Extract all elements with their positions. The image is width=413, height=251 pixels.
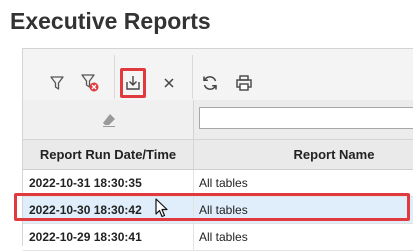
toolbar bbox=[23, 49, 413, 99]
filter-icon bbox=[50, 76, 64, 90]
eraser-icon[interactable] bbox=[101, 112, 117, 128]
mouse-cursor-icon bbox=[155, 198, 168, 218]
print-icon bbox=[236, 75, 252, 91]
toolbar-separator bbox=[192, 55, 193, 99]
close-button[interactable] bbox=[158, 71, 180, 95]
selected-row-highlight-box bbox=[14, 193, 410, 221]
cell-report-name: All tables bbox=[199, 230, 248, 244]
column-header-report-name[interactable]: Report Name bbox=[194, 140, 413, 169]
print-button[interactable] bbox=[233, 71, 255, 95]
column-divider bbox=[193, 224, 194, 250]
clear-filter-button[interactable] bbox=[79, 71, 101, 95]
filter-cell-datetime bbox=[23, 100, 194, 139]
table-row[interactable]: 2022-10-29 18:30:41 All tables bbox=[23, 224, 413, 251]
report-name-filter-input[interactable] bbox=[199, 107, 413, 129]
page-title: Executive Reports bbox=[10, 8, 211, 34]
refresh-button[interactable] bbox=[199, 71, 221, 95]
refresh-icon bbox=[203, 76, 217, 90]
filter-button[interactable] bbox=[46, 71, 68, 95]
export-highlight-box bbox=[120, 68, 146, 98]
cell-datetime: 2022-10-29 18:30:41 bbox=[29, 230, 142, 244]
filter-row bbox=[23, 100, 413, 140]
toolbar-separator bbox=[114, 55, 115, 99]
column-header-datetime[interactable]: Report Run Date/Time bbox=[23, 140, 194, 169]
reports-grid: Report Run Date/Time Report Name 2022-10… bbox=[23, 100, 413, 251]
filter-clear-icon bbox=[81, 74, 99, 92]
close-icon bbox=[164, 78, 174, 88]
table-header: Report Run Date/Time Report Name bbox=[23, 140, 413, 170]
